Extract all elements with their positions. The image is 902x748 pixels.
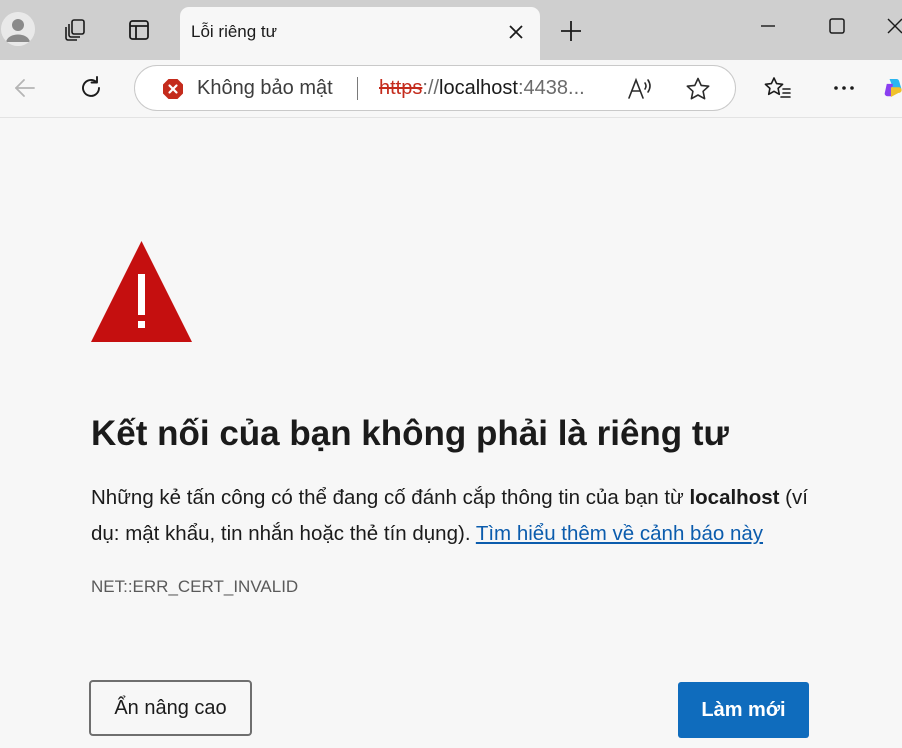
error-description: Những kẻ tấn công có thể đang cố đánh cắ… — [91, 480, 821, 552]
address-bar[interactable]: Không bảo mật https://localhost:4438... — [134, 65, 736, 111]
reload-button[interactable]: Làm mới — [678, 682, 809, 738]
security-status-label[interactable]: Không bảo mật — [197, 66, 333, 110]
tab-active[interactable]: Lỗi riêng tư — [180, 7, 540, 60]
copilot-icon — [884, 79, 902, 97]
tab-title: Lỗi riêng tư — [191, 22, 278, 41]
url-host: localhost — [439, 77, 518, 99]
workspaces-button[interactable] — [54, 8, 98, 52]
url-separator: :// — [422, 77, 440, 99]
new-tab-button[interactable] — [551, 11, 591, 51]
maximize-button[interactable] — [814, 6, 860, 46]
plus-icon — [561, 21, 581, 41]
tab-actions-button[interactable] — [117, 8, 161, 52]
star-icon — [686, 77, 710, 100]
more-icon — [834, 86, 854, 90]
warning-triangle-icon — [91, 241, 192, 342]
minimize-button[interactable] — [745, 6, 791, 46]
minimize-icon — [761, 25, 775, 27]
toolbar: Không bảo mật https://localhost:4438... — [0, 60, 902, 118]
copilot-button[interactable] — [884, 68, 902, 108]
url-scheme: https — [379, 77, 423, 99]
close-icon[interactable] — [506, 22, 526, 42]
url-text[interactable]: https://localhost:4438... — [379, 66, 585, 110]
read-aloud-icon — [628, 77, 651, 99]
avatar-icon — [1, 12, 35, 46]
tab-strip: Lỗi riêng tư — [0, 0, 902, 60]
url-rest: :4438... — [517, 77, 585, 99]
refresh-icon — [82, 76, 100, 97]
workspaces-icon — [65, 19, 85, 41]
error-code: NET::ERR_CERT_INVALID — [91, 577, 299, 596]
page-heading: Kết nối của bạn không phải là riêng tư — [91, 414, 729, 453]
favorites-icon — [764, 77, 791, 98]
back-arrow-icon — [15, 79, 35, 97]
profile-avatar[interactable] — [1, 12, 35, 46]
maximize-icon — [829, 18, 845, 34]
address-divider — [357, 77, 358, 100]
back-button[interactable] — [5, 68, 45, 108]
read-aloud-button[interactable] — [626, 75, 654, 103]
refresh-button[interactable] — [71, 68, 111, 108]
close-window-button[interactable] — [872, 6, 902, 46]
hide-advanced-button[interactable]: Ẩn nâng cao — [89, 680, 252, 736]
description-host: localhost — [689, 486, 780, 509]
description-text-1: Những kẻ tấn công có thể đang cố đánh cắ… — [91, 486, 690, 509]
not-secure-icon[interactable] — [162, 78, 184, 100]
favorites-button[interactable] — [758, 68, 798, 108]
tab-actions-icon — [129, 20, 149, 40]
learn-more-link[interactable]: Tìm hiểu thêm về cảnh báo này — [476, 522, 763, 545]
settings-more-button[interactable] — [824, 68, 864, 108]
close-icon — [887, 18, 902, 34]
favorite-button[interactable] — [684, 75, 712, 103]
